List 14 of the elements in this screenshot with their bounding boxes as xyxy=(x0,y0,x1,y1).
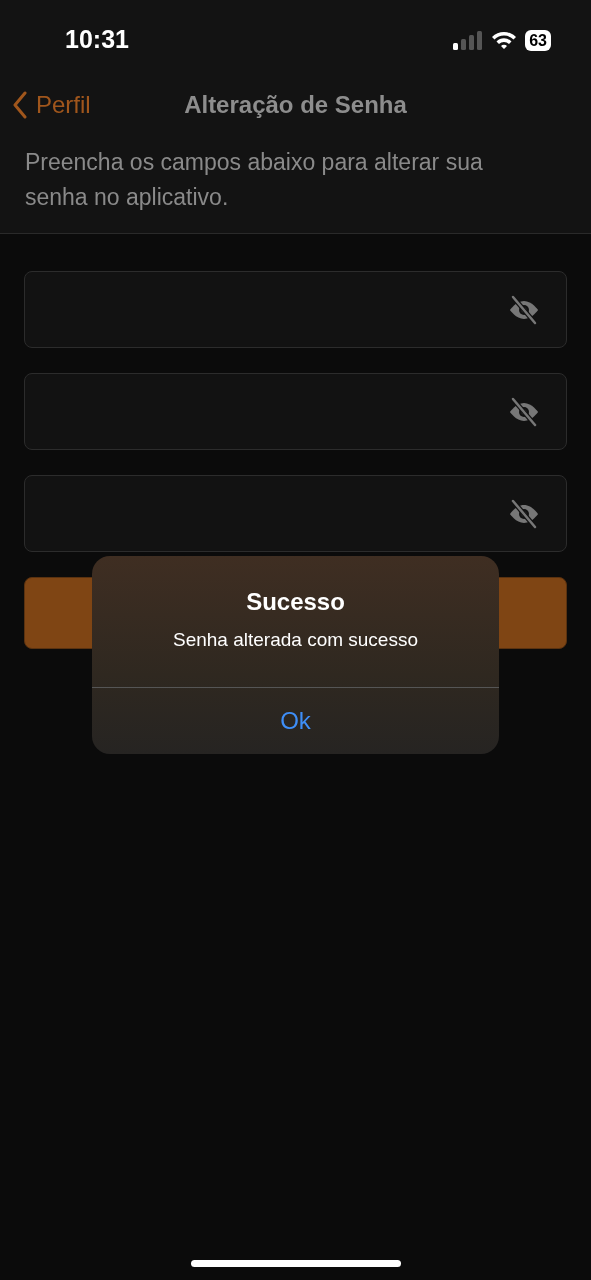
wifi-icon xyxy=(491,30,518,50)
alert-message: Senha alterada com sucesso xyxy=(171,628,419,652)
chevron-left-icon xyxy=(12,91,28,119)
alert-title: Sucesso xyxy=(245,587,346,617)
screen-title: Alteração de Senha xyxy=(184,91,407,118)
back-button[interactable]: Perfil xyxy=(12,87,91,123)
signal-icon xyxy=(453,30,484,50)
instruction-text: Preencha os campos abaixo para alterar sua senha no aplicativo. xyxy=(24,148,484,212)
battery-level: 63 xyxy=(525,29,551,51)
password-field[interactable] xyxy=(24,475,567,552)
ok-button[interactable]: Ok xyxy=(92,686,499,754)
clock-time: 10:31 xyxy=(65,24,129,56)
password-field[interactable] xyxy=(24,271,567,348)
password-field[interactable] xyxy=(24,373,567,450)
